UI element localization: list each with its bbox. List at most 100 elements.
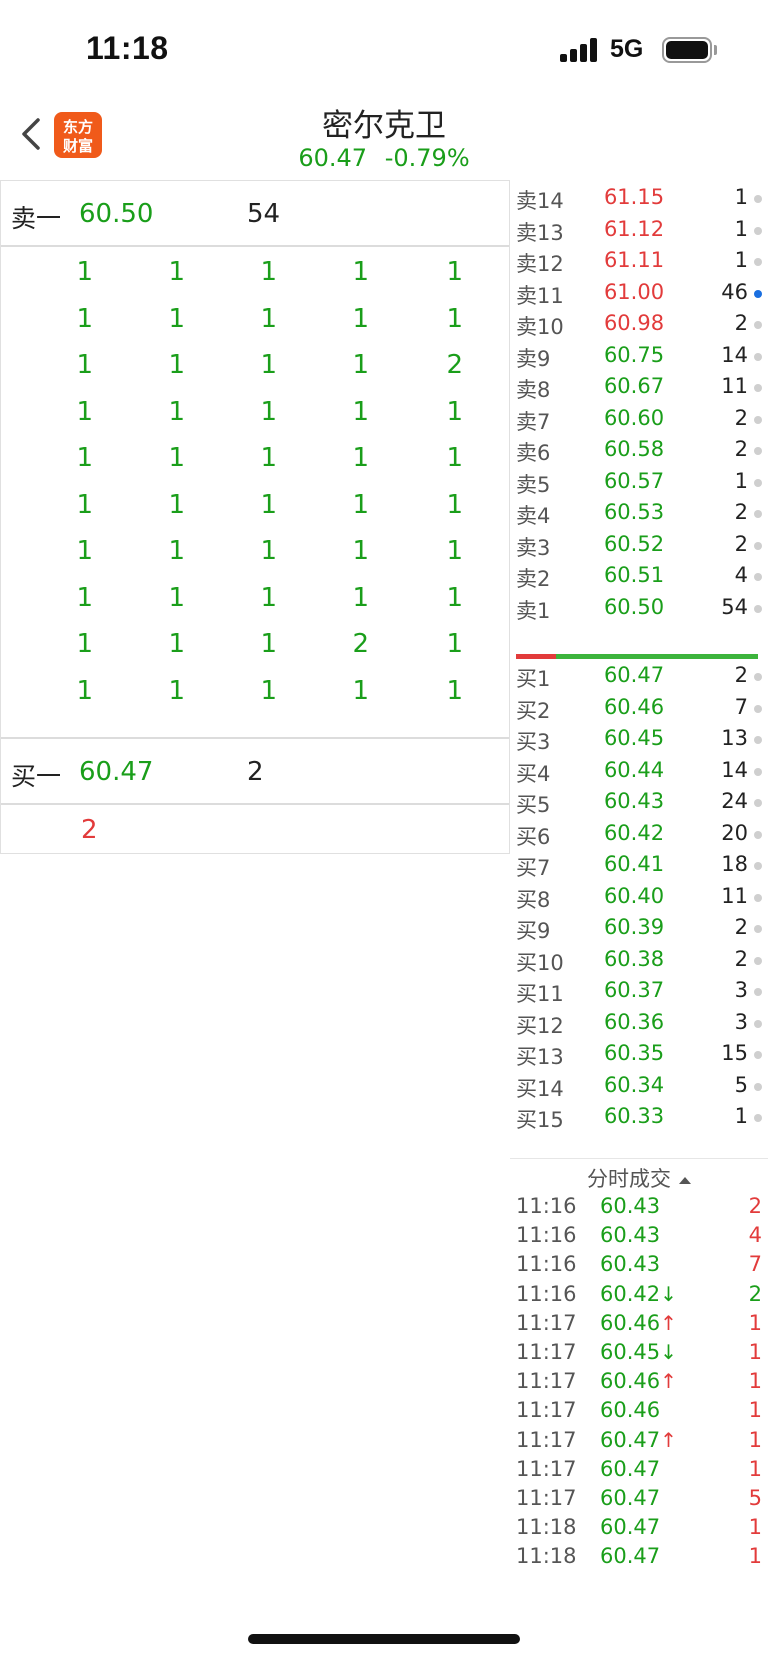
- status-dot-icon: [754, 1082, 762, 1091]
- trade-time: 11:17: [516, 1340, 577, 1364]
- level-price: 60.42: [603, 820, 665, 845]
- queue-cell: 1: [168, 257, 185, 287]
- network-label: 5G: [610, 35, 644, 63]
- trade-row: 11:16 60.43 7: [510, 1250, 768, 1281]
- ask-row[interactable]: 卖1 60.50 54: [510, 592, 768, 625]
- ask-row[interactable]: 卖2 60.51 4: [510, 560, 768, 593]
- trade-price: 60.47: [600, 1486, 660, 1510]
- trade-volume: 2: [748, 1281, 762, 1306]
- trade-price-value: 60.46: [600, 1310, 661, 1335]
- status-dot-icon: [754, 541, 762, 550]
- bid-row[interactable]: 买15 60.33 1: [510, 1101, 768, 1134]
- level-price: 60.41: [603, 852, 665, 876]
- level-volume: 4: [734, 563, 748, 587]
- bid-row[interactable]: 买5 60.43 24: [510, 786, 768, 819]
- level-label: 买1: [516, 667, 551, 691]
- home-indicator[interactable]: [248, 1634, 520, 1644]
- queue-cell: 1: [168, 303, 185, 334]
- bid-row[interactable]: 买6 60.42 20: [510, 818, 768, 851]
- level-volume: 15: [721, 1041, 748, 1065]
- status-dot-icon: [754, 988, 762, 996]
- queue-cell: 1: [168, 489, 185, 520]
- level-volume: 1: [734, 1104, 748, 1128]
- bid-row[interactable]: 买13 60.35 15: [510, 1038, 768, 1071]
- battery-tip: [714, 45, 717, 55]
- bid-row[interactable]: 买4 60.44 14: [510, 755, 768, 788]
- level-label: 买2: [516, 698, 551, 723]
- trade-volume: 1: [748, 1310, 762, 1335]
- level-volume: 1: [734, 185, 748, 209]
- level-label: 卖14: [516, 189, 564, 213]
- queue-cell: 1: [168, 629, 185, 659]
- bid-row[interactable]: 买8 60.40 11: [510, 881, 768, 914]
- trade-price: 60.47: [600, 1457, 660, 1481]
- trade-row: 11:16 60.43 4: [510, 1221, 768, 1252]
- level-label: 卖13: [516, 220, 564, 245]
- ask-row[interactable]: 卖9 60.75 14: [510, 340, 768, 373]
- buy-one-label: 买一: [11, 762, 62, 791]
- trades-header[interactable]: 分时成交: [510, 1158, 768, 1192]
- queue-cell: 1: [168, 582, 185, 613]
- trade-price: 60.43: [600, 1194, 660, 1218]
- level-volume: 14: [721, 757, 748, 782]
- ask-row[interactable]: 卖13 61.12 1: [510, 214, 768, 247]
- level-label: 卖6: [516, 441, 551, 465]
- trades-title: 分时成交: [587, 1167, 671, 1191]
- queue-cell: 1: [76, 675, 93, 706]
- trade-price-value: 60.42: [600, 1281, 661, 1306]
- trade-volume: 7: [748, 1252, 762, 1277]
- app-logo[interactable]: 东方 财富: [54, 112, 102, 158]
- trade-row: 11:18 60.47 1: [510, 1542, 768, 1573]
- queue-cell: 1: [76, 350, 93, 380]
- change-percent: -0.79%: [384, 144, 470, 172]
- queue-cell: 1: [76, 303, 93, 334]
- trade-time: 11:17: [516, 1486, 577, 1510]
- trade-time: 11:17: [516, 1456, 577, 1481]
- bid-row[interactable]: 买2 60.46 7: [510, 692, 768, 725]
- level-price: 60.46: [603, 694, 665, 719]
- queue-cell: 1: [352, 582, 369, 613]
- level-price: 60.98: [603, 311, 665, 335]
- ask-row[interactable]: 卖12 61.11 1: [510, 245, 768, 278]
- trade-time: 11:16: [516, 1281, 577, 1306]
- ask-row[interactable]: 卖6 60.58 2: [510, 434, 768, 467]
- sell-one-row[interactable]: 卖一 60.50 54: [1, 181, 509, 247]
- level-label: 卖10: [516, 315, 564, 339]
- bid-row[interactable]: 买7 60.41 18: [510, 849, 768, 882]
- back-button[interactable]: [14, 112, 54, 156]
- queue-cell: 1: [260, 629, 277, 659]
- stock-name: 密尔克卫: [322, 108, 446, 144]
- queue-cell: 1: [352, 303, 369, 334]
- header: 密尔克卫 60.47 -0.79% 东方 财富: [0, 100, 768, 180]
- level-label: 买9: [516, 919, 551, 943]
- bid-row[interactable]: 买1 60.47 2: [510, 660, 768, 693]
- level-price: 60.33: [603, 1104, 665, 1128]
- trade-price: 60.42↓: [600, 1282, 677, 1306]
- status-dot-icon: [754, 447, 762, 455]
- buy-one-row[interactable]: 买一 60.47 2: [1, 739, 509, 805]
- trade-price: 60.46↑: [600, 1369, 677, 1393]
- queue-cell: 1: [260, 350, 277, 380]
- trade-time: 11:18: [516, 1544, 577, 1569]
- bid-row[interactable]: 买10 60.38 2: [510, 944, 768, 977]
- sell-one-label: 卖一: [11, 204, 62, 233]
- bid-row[interactable]: 买14 60.34 5: [510, 1070, 768, 1103]
- ask-row[interactable]: 卖14 61.15 1: [510, 182, 768, 215]
- ask-row[interactable]: 卖10 60.98 2: [510, 308, 768, 341]
- bid-row[interactable]: 买12 60.36 3: [510, 1007, 768, 1040]
- ask-row[interactable]: 卖3 60.52 2: [510, 529, 768, 562]
- ask-row[interactable]: 卖5 60.57 1: [510, 466, 768, 499]
- level-price: 60.34: [603, 1072, 665, 1097]
- ask-row[interactable]: 卖7 60.60 2: [510, 403, 768, 436]
- queue-cell: 1: [352, 489, 369, 520]
- trade-price-value: 60.47: [600, 1486, 661, 1510]
- bid-row[interactable]: 买3 60.45 13: [510, 723, 768, 756]
- ask-row[interactable]: 卖4 60.53 2: [510, 497, 768, 530]
- ask-row[interactable]: 卖11 61.00 46: [510, 277, 768, 310]
- bid-row[interactable]: 买9 60.39 2: [510, 912, 768, 945]
- trade-price-value: 60.43: [600, 1194, 661, 1218]
- bid-row[interactable]: 买11 60.37 3: [510, 975, 768, 1008]
- level-volume: 2: [734, 531, 748, 556]
- queue-cell: 1: [260, 303, 277, 334]
- ask-row[interactable]: 卖8 60.67 11: [510, 371, 768, 404]
